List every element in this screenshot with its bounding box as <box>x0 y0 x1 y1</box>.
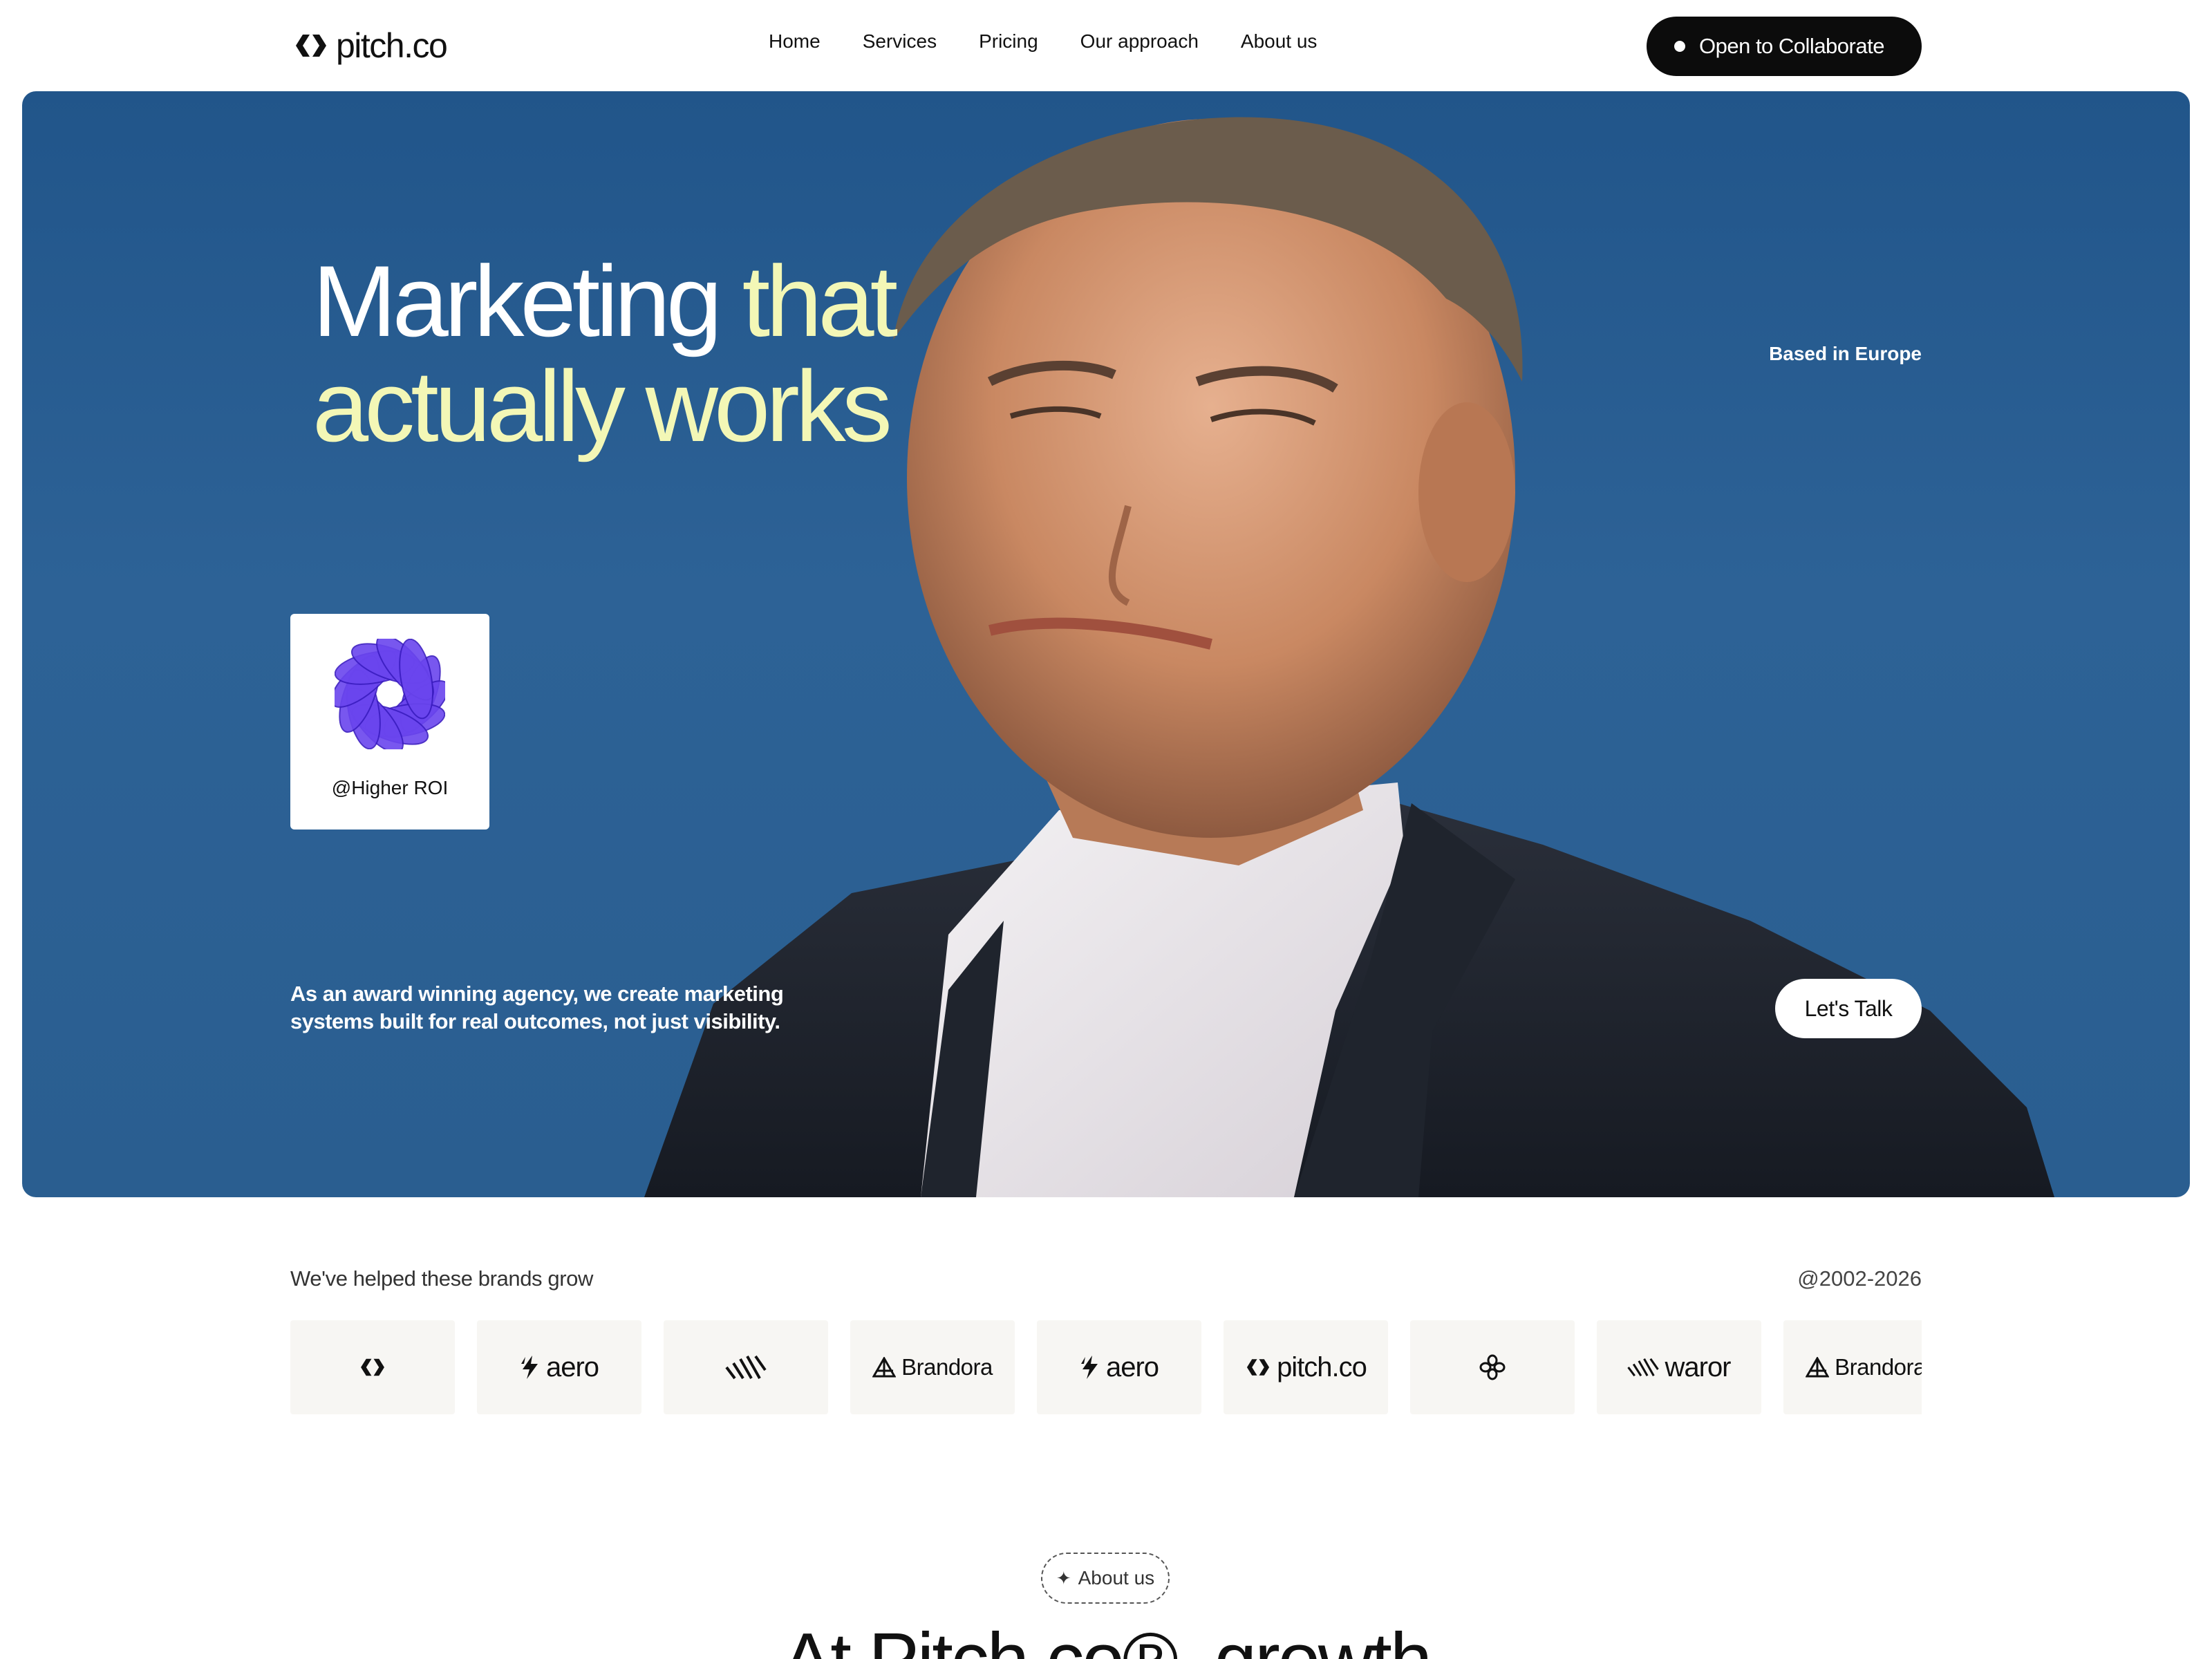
lets-talk-button[interactable]: Let's Talk <box>1775 979 1922 1038</box>
nav-link-pricing[interactable]: Pricing <box>979 30 1038 53</box>
pitch-mark-icon <box>296 35 326 57</box>
pitch-mark-icon <box>361 1358 384 1376</box>
brand-logo-tile: aero <box>477 1320 641 1414</box>
brand-logo-tile <box>664 1320 828 1414</box>
hero-headline: Marketing that actually works <box>312 249 898 462</box>
brand-logo-strip: aero Brandora aero pitch.co waror Brando… <box>290 1320 1922 1414</box>
pitch-mark-icon <box>1246 1359 1270 1376</box>
flower-icon <box>1479 1354 1506 1380</box>
brand-logo[interactable]: pitch.co <box>293 24 448 68</box>
bolt-icon <box>521 1356 538 1379</box>
brand-logo-text: pitch.co <box>1277 1351 1367 1382</box>
nav-link-about-us[interactable]: About us <box>1241 30 1318 53</box>
nav-link-services[interactable]: Services <box>863 30 937 53</box>
brand-logo-tile: pitch.co <box>1224 1320 1388 1414</box>
higher-roi-card: @Higher ROI <box>290 614 489 830</box>
torus-3d-icon <box>335 639 445 749</box>
higher-roi-label: @Higher ROI <box>331 777 449 798</box>
nav-link-home[interactable]: Home <box>769 30 821 53</box>
main-nav: Home Services Pricing Our approach About… <box>769 30 1317 53</box>
brand-logo-tile: Brandora <box>1783 1320 1922 1414</box>
brand-logo-text: aero <box>545 1351 599 1382</box>
hero-description: As an award winning agency, we create ma… <box>290 982 784 1033</box>
cta-label: Open to Collaborate <box>1699 34 1884 58</box>
prism-icon <box>872 1357 897 1378</box>
brand-logo-tile <box>290 1320 455 1414</box>
bolt-icon <box>1080 1356 1098 1379</box>
brand-logo-tile: waror <box>1597 1320 1761 1414</box>
hero-section: Marketing that actually works Based in E… <box>22 91 2190 1197</box>
headline-part-marketing: Marketing <box>312 245 722 357</box>
brands-section-title: We've helped these brands grow <box>290 1266 593 1291</box>
location-label: Based in Europe <box>1769 343 1922 364</box>
brand-name: pitch.co <box>336 26 448 65</box>
brand-logo-text: aero <box>1105 1351 1159 1382</box>
about-us-pill-label: About us <box>1078 1567 1155 1588</box>
sparkle-icon: ✦ <box>1056 1567 1071 1588</box>
brands-years-label: @2002-2026 <box>1797 1266 1922 1291</box>
brand-logo-text: waror <box>1665 1351 1731 1382</box>
brand-logo-tile <box>1410 1320 1575 1414</box>
top-navbar: pitch.co Home Services Pricing Our appro… <box>0 0 2212 91</box>
brand-logo-text: Brandora <box>901 1354 993 1380</box>
headline-part-that: that <box>742 245 899 357</box>
status-dot-icon <box>1674 41 1685 52</box>
stripes-icon <box>1627 1358 1660 1377</box>
brand-logo-tile: Brandora <box>850 1320 1015 1414</box>
prism-icon <box>1806 1357 1830 1378</box>
headline-part-actually-works: actually works <box>312 350 892 462</box>
brand-logo-tile: aero <box>1037 1320 1201 1414</box>
open-to-collaborate-button[interactable]: Open to Collaborate <box>1647 17 1922 76</box>
about-us-pill[interactable]: ✦ About us <box>1041 1553 1170 1604</box>
stripes-icon <box>725 1355 767 1380</box>
about-heading: At Pitch.co®, growth <box>0 1616 2212 1659</box>
brand-logo-text: Brandora <box>1835 1354 1922 1380</box>
nav-link-our-approach[interactable]: Our approach <box>1080 30 1199 53</box>
